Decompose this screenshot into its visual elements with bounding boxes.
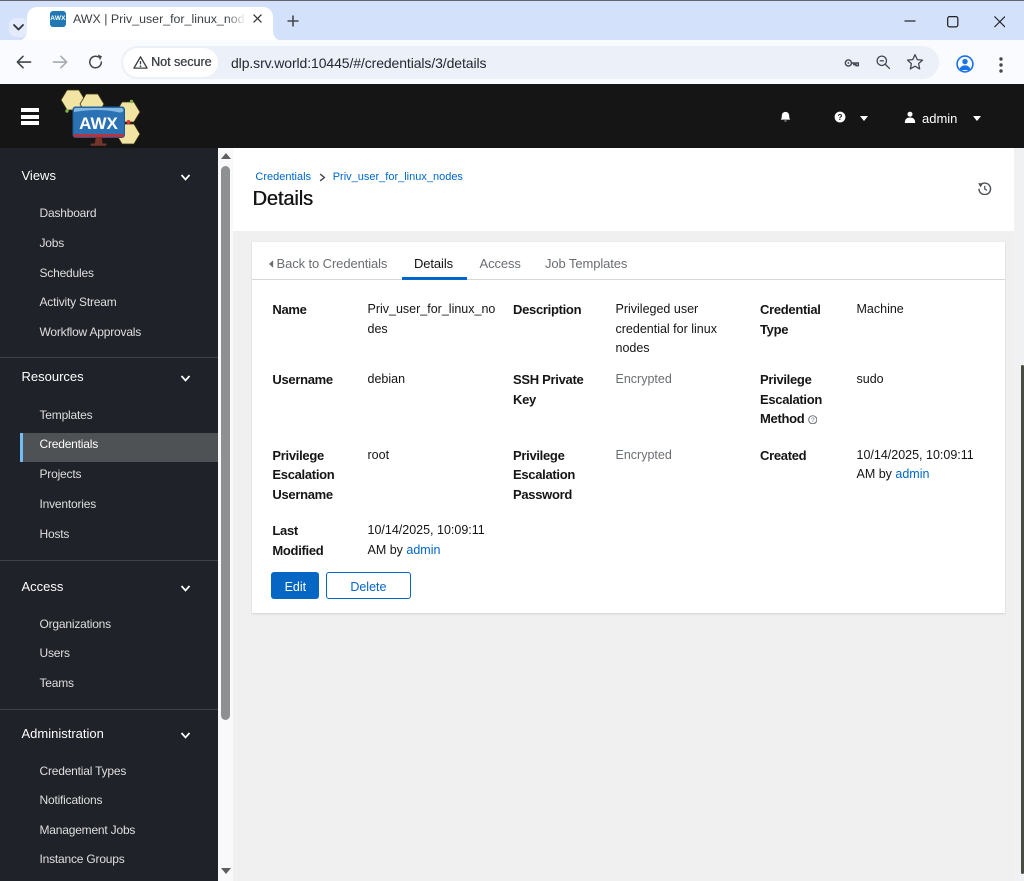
svg-text:AWX: AWX bbox=[79, 114, 118, 133]
svg-text:?: ? bbox=[838, 113, 843, 122]
svg-text:?: ? bbox=[811, 417, 815, 424]
